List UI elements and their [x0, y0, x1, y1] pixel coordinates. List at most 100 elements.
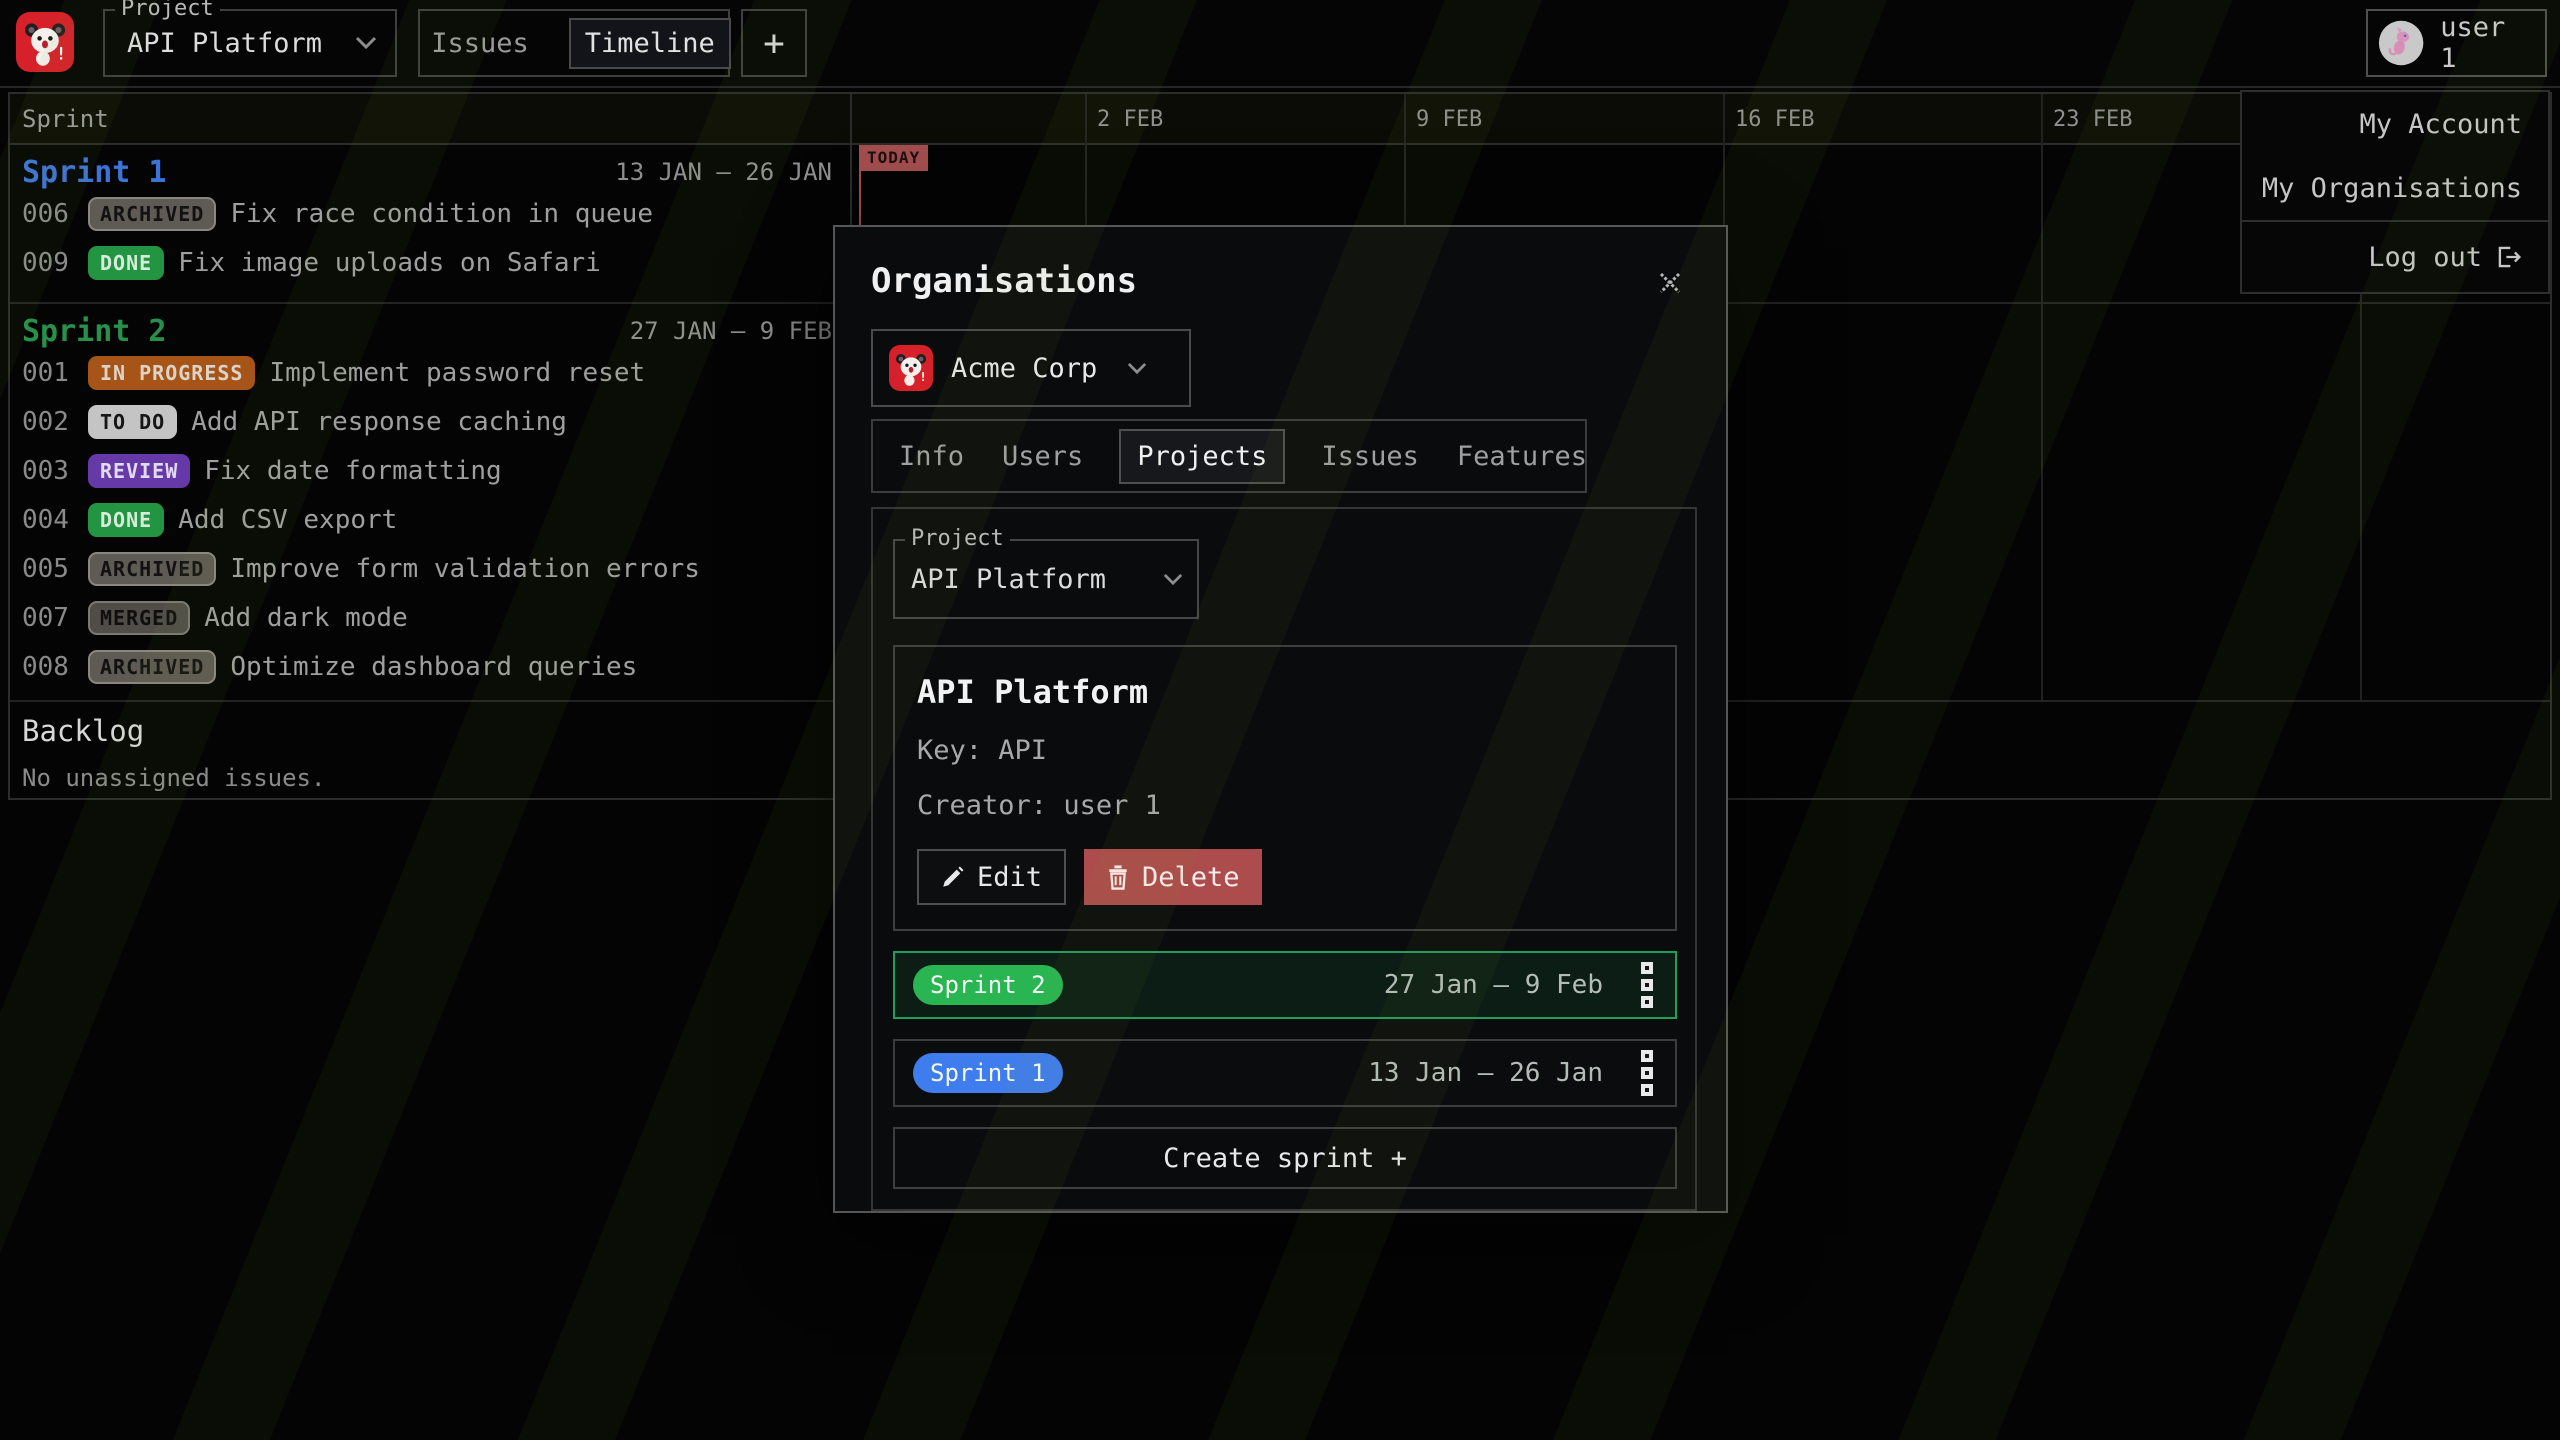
- tab-users[interactable]: Users: [1000, 431, 1085, 482]
- tab-projects[interactable]: Projects: [1119, 429, 1285, 484]
- edit-button-label: Edit: [977, 862, 1042, 893]
- sprint-section-header: Sprint 1 13 JAN – 26 JAN: [10, 145, 842, 189]
- issue-status-badge: MERGED: [88, 601, 190, 635]
- issue-number: 008: [22, 652, 74, 682]
- issue-status-badge: DONE: [88, 246, 164, 280]
- issue-status-badge: IN PROGRESS: [88, 356, 255, 390]
- plus-icon: +: [763, 23, 785, 64]
- organisation-logo-icon: !: [889, 345, 933, 391]
- modal-project-dropdown-label: Project: [905, 526, 1010, 551]
- trash-icon: [1106, 864, 1130, 890]
- sprint-list-row-sprint-2[interactable]: Sprint 227 Jan – 9 Feb: [893, 951, 1677, 1019]
- modal-project-dropdown-value: API Platform: [911, 564, 1151, 595]
- project-creator-value: user 1: [1063, 790, 1161, 821]
- top-bar: ! Project API Platform IssuesTimeline + …: [0, 0, 2560, 88]
- issue-number: 002: [22, 407, 74, 437]
- issue-number: 004: [22, 505, 74, 535]
- issue-title: Add dark mode: [204, 603, 408, 633]
- issue-number: 001: [22, 358, 74, 388]
- project-creator-line: Creator: user 1: [917, 790, 1653, 821]
- app-root: ! Project API Platform IssuesTimeline + …: [0, 0, 2560, 1440]
- sprint-range: 13 Jan – 26 Jan: [1368, 1058, 1603, 1088]
- timeline-grid-line: [2041, 94, 2043, 700]
- sprint-name[interactable]: Sprint 2: [22, 314, 167, 349]
- project-card-actions: Edit Delete: [917, 849, 1653, 905]
- menu-item-label: Log out: [2368, 242, 2482, 273]
- create-sprint-label: Create sprint +: [1163, 1143, 1407, 1174]
- issue-status-badge: REVIEW: [88, 454, 190, 488]
- timeline-column-label: 2 FEB: [1097, 107, 1163, 132]
- issue-status-badge: ARCHIVED: [88, 197, 216, 231]
- issue-number: 009: [22, 248, 74, 278]
- timeline-column-label: 16 FEB: [1735, 107, 1814, 132]
- issue-number: 006: [22, 199, 74, 229]
- tab-issues[interactable]: Issues: [1319, 431, 1421, 482]
- sprint-date-range: 13 JAN – 26 JAN: [615, 158, 832, 186]
- koala-logo-icon: !: [21, 17, 69, 67]
- project-key-line: Key: API: [917, 735, 1653, 766]
- projects-tab-panel: Project API Platform API Platform Key: A…: [871, 507, 1697, 1211]
- sprint-badge: Sprint 1: [913, 1053, 1063, 1093]
- menu-item-label: My Account: [2359, 109, 2522, 140]
- sprint-list: Sprint 227 Jan – 9 Feb Sprint 1 13 Jan – 2…: [893, 951, 1675, 1107]
- chevron-down-icon: [1163, 573, 1183, 586]
- svg-text:!: !: [56, 44, 66, 63]
- menu-item-log-out[interactable]: Log out: [2242, 220, 2548, 292]
- tab-features[interactable]: Features: [1455, 431, 1589, 482]
- sprint-list-row-sprint-1[interactable]: Sprint 1 13 Jan – 26 Jan: [893, 1039, 1677, 1107]
- project-detail-card: API Platform Key: API Creator: user 1 Ed…: [893, 645, 1677, 931]
- today-marker-badge: TODAY: [859, 145, 928, 171]
- timeline-column-label: 9 FEB: [1416, 107, 1482, 132]
- chevron-down-icon: [355, 36, 377, 50]
- avatar: [2378, 17, 2424, 69]
- view-tab-issues[interactable]: Issues: [417, 20, 543, 67]
- logout-icon: [2496, 244, 2522, 270]
- issue-title: Implement password reset: [269, 358, 645, 388]
- project-creator-label: Creator:: [917, 790, 1047, 821]
- issue-status-badge: ARCHIVED: [88, 552, 216, 586]
- view-tab-timeline[interactable]: Timeline: [569, 18, 731, 69]
- issue-title: Add API response caching: [191, 407, 567, 437]
- organisation-dropdown-value: Acme Corp: [951, 353, 1097, 384]
- menu-item-my-organisations[interactable]: My Organisations: [2242, 156, 2548, 220]
- user-menu-button[interactable]: user 1: [2366, 9, 2547, 77]
- issue-number: 005: [22, 554, 74, 584]
- tab-info[interactable]: Info: [897, 431, 966, 482]
- modal-close-button[interactable]: [1652, 265, 1688, 301]
- modal-tab-bar: Info Users Projects Issues Features: [871, 419, 1587, 493]
- organisations-modal: Organisations ! Acme Corp Info: [833, 225, 1728, 1213]
- project-dropdown-value: API Platform: [127, 28, 343, 59]
- user-name: user 1: [2440, 12, 2527, 74]
- create-sprint-button[interactable]: Create sprint +: [893, 1127, 1677, 1189]
- menu-item-my-account[interactable]: My Account: [2242, 92, 2548, 156]
- sprint-name[interactable]: Sprint 1: [22, 155, 167, 190]
- kebab-menu-icon[interactable]: [1637, 958, 1657, 1012]
- delete-project-button[interactable]: Delete: [1084, 849, 1262, 905]
- close-icon: [1657, 270, 1683, 296]
- project-dropdown-label: Project: [115, 0, 220, 21]
- issue-title: Optimize dashboard queries: [230, 652, 637, 682]
- timeline-column-label: 23 FEB: [2053, 107, 2132, 132]
- sprint-column-header: Sprint: [10, 105, 109, 133]
- pencil-icon: [941, 865, 965, 889]
- issue-title: Fix race condition in queue: [230, 199, 653, 229]
- issue-number: 007: [22, 603, 74, 633]
- menu-item-label: My Organisations: [2262, 173, 2522, 204]
- issue-number: 003: [22, 456, 74, 486]
- chevron-down-icon: [1127, 362, 1147, 375]
- project-dropdown[interactable]: Project API Platform: [103, 9, 397, 77]
- kebab-menu-icon[interactable]: [1637, 1046, 1657, 1100]
- issue-title: Fix image uploads on Safari: [178, 248, 601, 278]
- app-logo-icon[interactable]: !: [16, 12, 74, 72]
- project-key-label: Key:: [917, 735, 982, 766]
- project-card-title: API Platform: [917, 673, 1653, 711]
- modal-project-dropdown[interactable]: Project API Platform: [893, 539, 1199, 619]
- view-switcher: Issues Timeline: [418, 9, 730, 77]
- sprint-badge: Sprint 2: [913, 965, 1063, 1005]
- edit-project-button[interactable]: Edit: [917, 849, 1066, 905]
- issue-title: Fix date formatting: [204, 456, 501, 486]
- modal-title: Organisations: [871, 261, 1690, 301]
- add-button[interactable]: +: [741, 9, 807, 77]
- organisation-dropdown[interactable]: ! Acme Corp: [871, 329, 1191, 407]
- issue-status-badge: DONE: [88, 503, 164, 537]
